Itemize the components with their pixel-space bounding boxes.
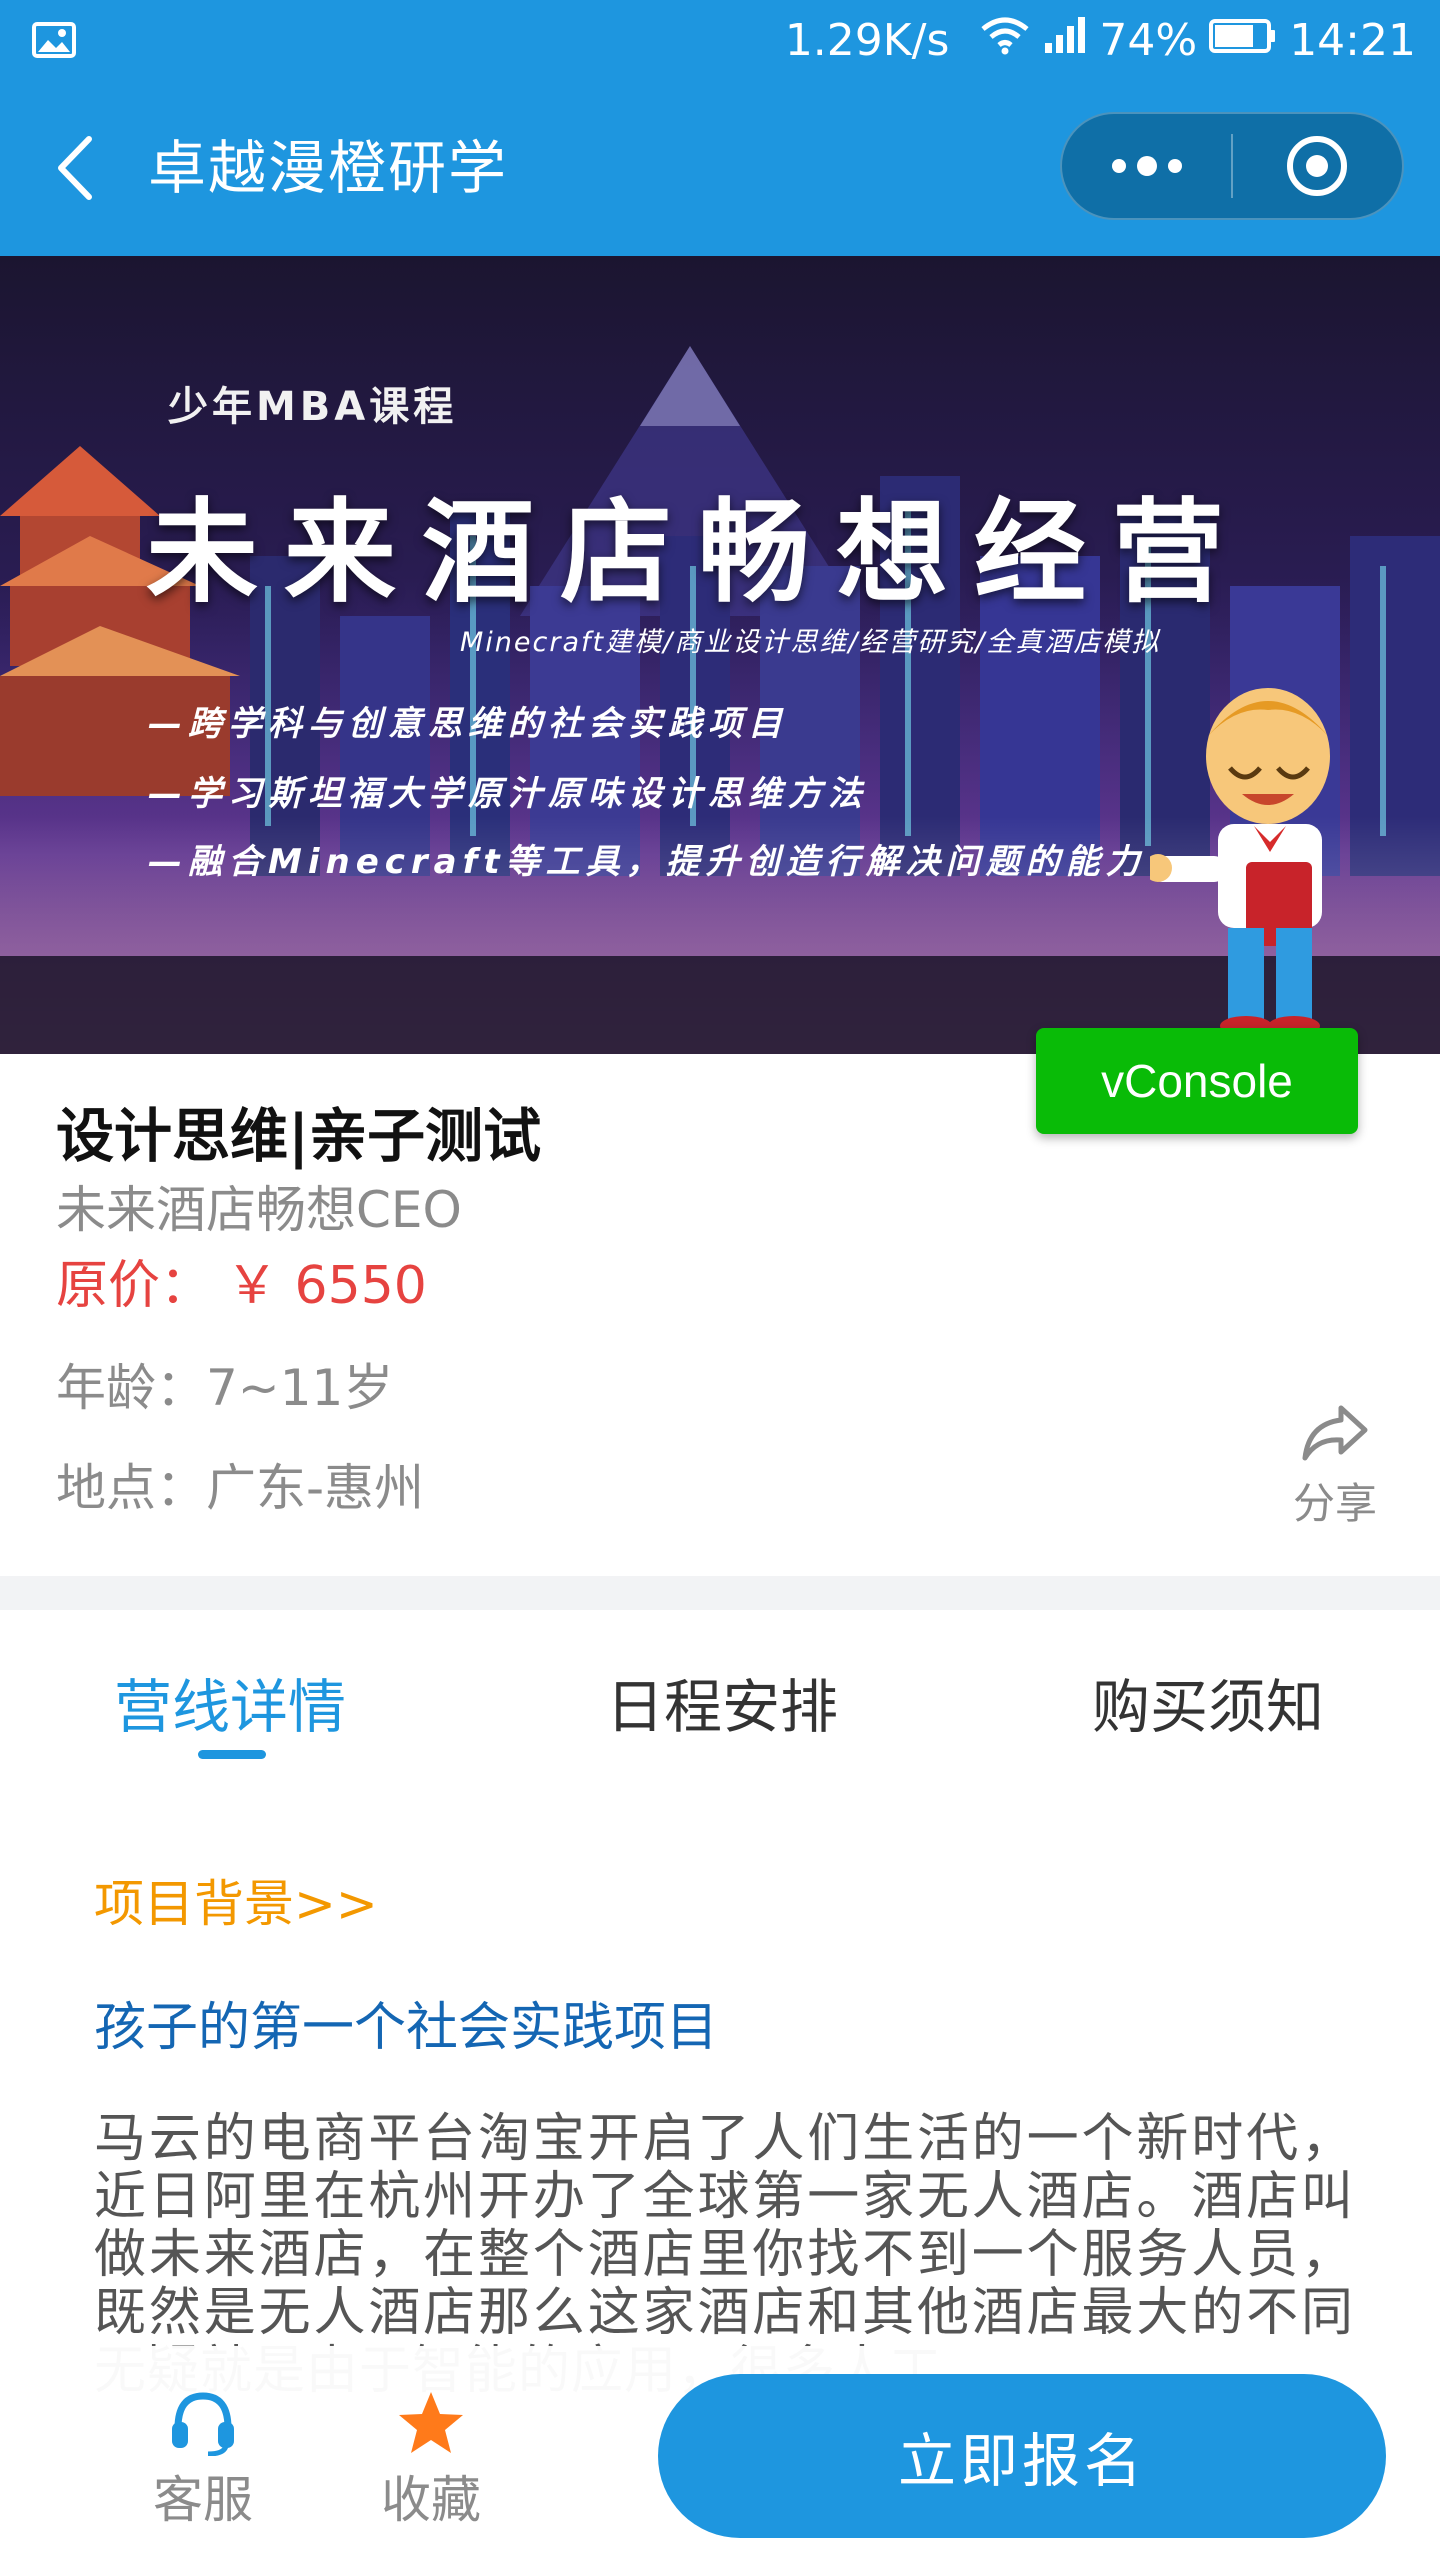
customer-service-button[interactable]: 客服 <box>128 2390 278 2532</box>
battery-percent: 74% <box>1099 14 1198 66</box>
banner-subtitle: 少年MBA课程 <box>168 384 458 430</box>
signal-icon <box>1043 15 1087 66</box>
section-heading: 项目背景>> <box>94 1875 378 1933</box>
section-divider <box>0 1576 1440 1610</box>
customer-service-label: 客服 <box>153 2471 253 2529</box>
tab-schedule[interactable]: 日程安排 <box>606 1670 838 1744</box>
register-now-button[interactable]: 立即报名 <box>658 2374 1386 2538</box>
page-title: 卓越漫橙研学 <box>148 134 509 202</box>
more-menu-button[interactable] <box>1062 114 1231 218</box>
price-value: ￥ 6550 <box>226 1256 427 1316</box>
gallery-notification-icon <box>32 22 76 62</box>
location: 地点：广东-惠州 <box>56 1459 425 1517</box>
network-speed: 1.29K/s <box>784 14 950 66</box>
target-close-icon <box>1287 136 1348 196</box>
banner-bullet: —跨学科与创意思维的社会实践项目 <box>148 704 788 744</box>
chef-mascot-illustration <box>1150 688 1330 1036</box>
favorite-label: 收藏 <box>381 2471 481 2529</box>
course-subtitle: 未来酒店畅想CEO <box>56 1181 462 1239</box>
share-arrow-icon <box>1302 1405 1368 1461</box>
vconsole-button[interactable]: vConsole <box>1036 1028 1358 1134</box>
share-button[interactable]: 分享 <box>1280 1402 1390 1542</box>
tab-purchase-notes[interactable]: 购买须知 <box>1092 1670 1324 1744</box>
headset-icon <box>172 2392 234 2456</box>
clock: 14:21 <box>1289 14 1416 66</box>
miniprogram-capsule <box>1060 112 1404 220</box>
favorite-button[interactable]: 收藏 <box>356 2390 506 2532</box>
active-tab-indicator <box>198 1750 266 1759</box>
status-bar: 1.29K/s 74% 14:21 <box>0 0 1440 80</box>
wifi-icon <box>979 15 1031 66</box>
title-bar: 卓越漫橙研学 <box>0 80 1440 256</box>
content-subheading: 孩子的第一个社会实践项目 <box>94 1998 719 2058</box>
price-row: 原价： ￥ 6550 <box>56 1254 427 1318</box>
banner-bullet: —融合Minecraft等工具，提升创造行解决问题的能力 <box>148 842 1146 882</box>
back-button[interactable] <box>40 130 110 206</box>
banner-tagline: Minecraft建模/商业设计思维/经营研究/全真酒店模拟 <box>460 627 1161 658</box>
close-miniprogram-button[interactable] <box>1233 114 1402 218</box>
star-icon <box>399 2392 463 2453</box>
banner-title: 未来酒店畅想经营 <box>146 487 1250 618</box>
battery-icon <box>1209 15 1277 66</box>
course-banner[interactable]: 少年MBA课程 未来酒店畅想经营 Minecraft建模/商业设计思维/经营研究… <box>0 256 1440 1054</box>
tab-camp-details[interactable]: 营线详情 <box>114 1670 346 1744</box>
chevron-left-icon <box>58 136 92 200</box>
share-label: 分享 <box>1292 1479 1377 1528</box>
bottom-action-bar: 客服 收藏 立即报名 <box>0 2346 1440 2560</box>
banner-bullet: —学习斯坦福大学原汁原味设计思维方法 <box>148 774 868 814</box>
more-dots-icon <box>1111 156 1182 176</box>
course-title: 设计思维|亲子测试 <box>56 1102 542 1170</box>
price-label: 原价： <box>56 1256 213 1316</box>
age-range: 年龄：7~11岁 <box>56 1359 394 1417</box>
